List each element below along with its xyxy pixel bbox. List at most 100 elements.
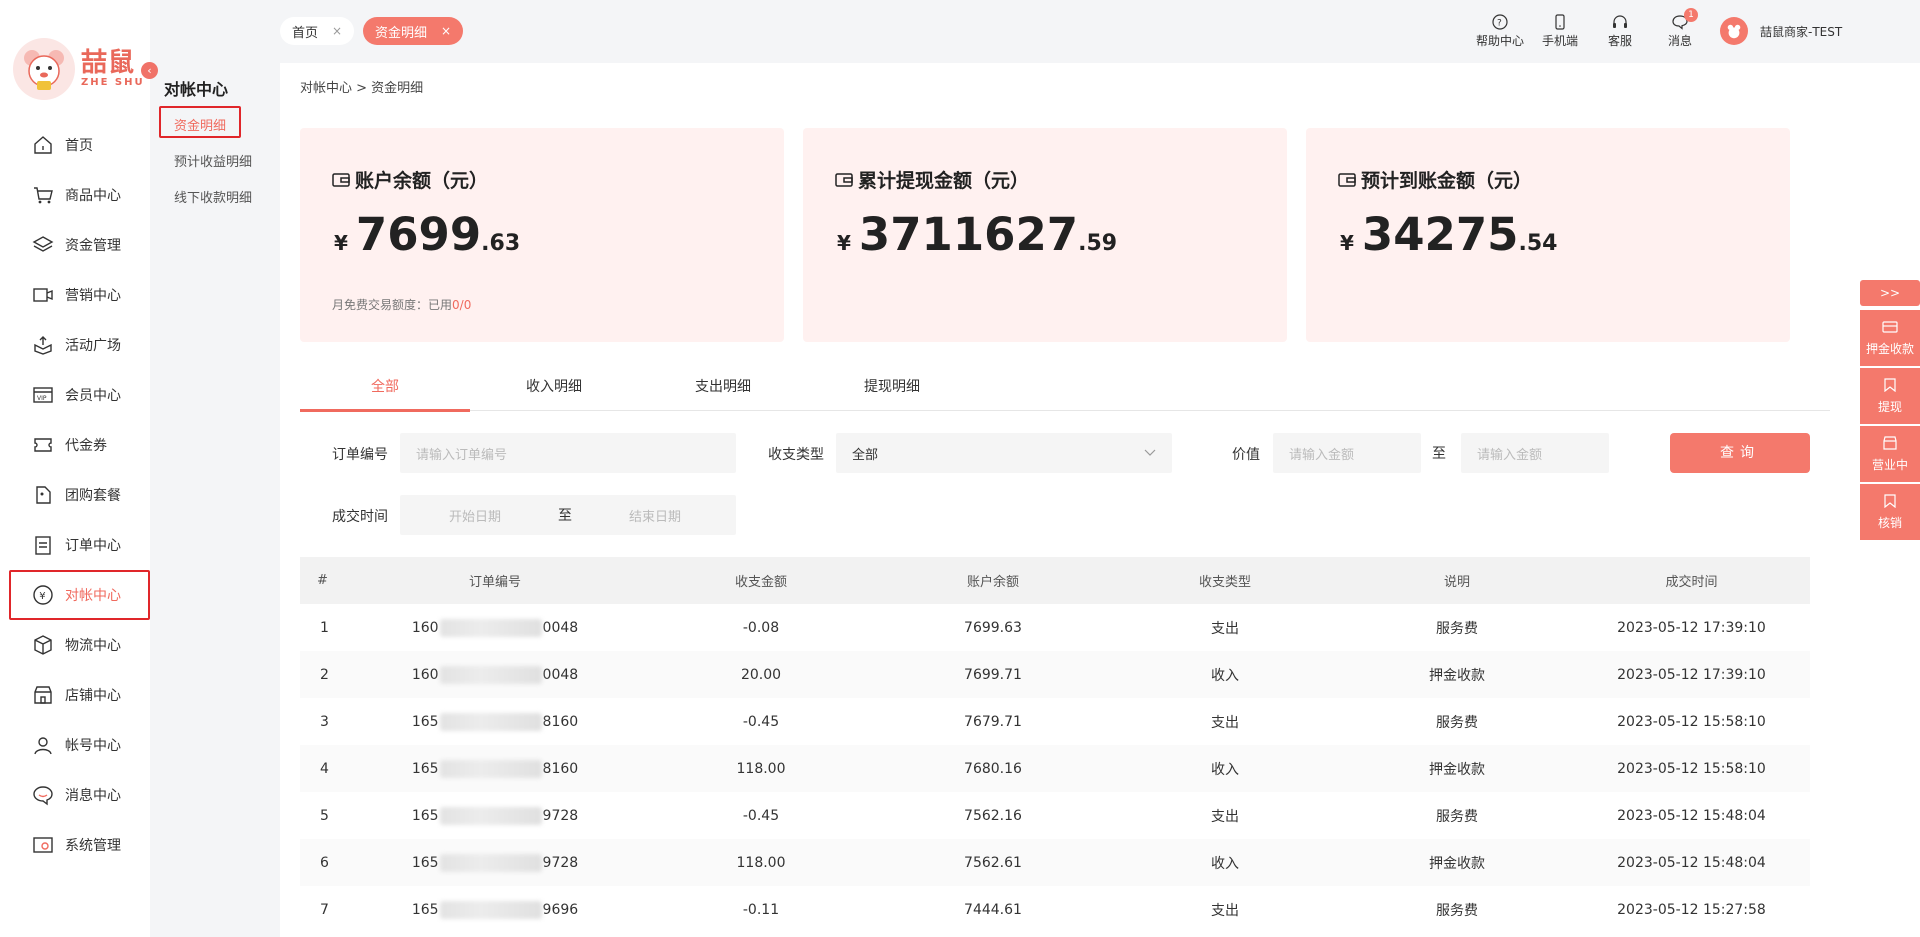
sidebar-item-label: 营销中心: [65, 288, 121, 304]
sidebar-item-label: 店铺中心: [65, 688, 121, 704]
type-cell: 收入: [1211, 761, 1239, 778]
tab-label: 首页: [292, 25, 319, 41]
deposit-collect-button[interactable]: 押金收款: [1860, 310, 1920, 368]
brand-logo[interactable]: 喆鼠 ZHE SHU: [13, 38, 145, 100]
user-icon: [32, 734, 54, 756]
tab-fund-details[interactable]: 资金明细 ×: [363, 17, 464, 45]
sidebar-item-system[interactable]: 系统管理: [0, 820, 150, 870]
amount-cell: 118.00: [736, 854, 786, 871]
sidebar-item-group-buy[interactable]: 团购套餐: [0, 470, 150, 520]
description-cell: 押金收款: [1429, 855, 1485, 872]
headset-icon: [1613, 15, 1627, 28]
wallet-icon: [835, 172, 853, 187]
value-min-input[interactable]: 请输入金额: [1273, 433, 1421, 473]
start-date-input[interactable]: 开始日期: [400, 506, 550, 525]
time-cell: 2023-05-12 15:48:04: [1617, 854, 1766, 871]
close-icon[interactable]: ×: [332, 24, 342, 38]
description-cell: 服务费: [1436, 714, 1478, 731]
sidebar-item-coupons[interactable]: 代金券: [0, 420, 150, 470]
cart-icon: [32, 184, 54, 206]
end-date-input[interactable]: 结束日期: [580, 506, 730, 525]
tab-withdrawal[interactable]: 提现明细: [807, 363, 977, 411]
sidebar-item-accounts[interactable]: 帐号中心: [0, 720, 150, 770]
value-label: 价值: [1232, 447, 1260, 463]
order-no-cell: 165 9696: [411, 900, 579, 919]
withdrawn-amount: ¥3711627.59: [837, 208, 1118, 261]
date-range-picker[interactable]: 开始日期 至 结束日期: [400, 495, 736, 535]
query-button[interactable]: 查询: [1670, 433, 1810, 473]
sidebar-item-orders[interactable]: 订单中心: [0, 520, 150, 570]
sidebar-item-home[interactable]: 首页: [0, 120, 150, 170]
submenu-item-fund-details[interactable]: 资金明细: [174, 115, 226, 134]
tab-expense[interactable]: 支出明细: [638, 363, 808, 411]
redacted-digits: [439, 806, 542, 825]
sidebar-item-messages[interactable]: 消息中心: [0, 770, 150, 820]
activity-icon: [32, 334, 54, 356]
tab-income[interactable]: 收入明细: [469, 363, 639, 411]
row-index: 6: [320, 854, 329, 871]
table-row[interactable]: 6 165 9728 118.00 7562.61 收入 押金收款 2023-05…: [300, 839, 1810, 886]
withdraw-button[interactable]: 提现: [1860, 368, 1920, 426]
verify-button[interactable]: 核销: [1860, 484, 1920, 542]
time-cell: 2023-05-12 15:58:10: [1617, 760, 1766, 777]
time-cell: 2023-05-12 15:48:04: [1617, 807, 1766, 824]
close-icon[interactable]: ×: [441, 24, 451, 38]
value-max-input[interactable]: 请输入金额: [1461, 433, 1609, 473]
sidebar-item-activities[interactable]: 活动广场: [0, 320, 150, 370]
sidebar-item-funds[interactable]: 资金管理: [0, 220, 150, 270]
order-no-input[interactable]: 请输入订单编号: [400, 433, 736, 473]
tool-label: 手机端: [1541, 34, 1578, 48]
mobile-button[interactable]: 手机端: [1530, 12, 1590, 49]
amount-cell: 20.00: [740, 666, 782, 683]
marketing-icon: [32, 284, 54, 306]
sidebar-item-members[interactable]: VIP 会员中心: [0, 370, 150, 420]
table-header: # 订单编号 收支金额 账户余额 收支类型 说明 成交时间: [300, 557, 1810, 604]
sidebar-item-stores[interactable]: 店铺中心: [0, 670, 150, 720]
table-row[interactable]: 4 165 8160 118.00 7680.16 收入 押金收款 2023-05…: [300, 745, 1810, 792]
type-cell: 支出: [1211, 714, 1239, 731]
type-cell: 收入: [1211, 855, 1239, 872]
panel-item-label: 营业中: [1871, 458, 1908, 472]
type-label: 收支类型: [768, 447, 824, 463]
sidebar-item-products[interactable]: 商品中心: [0, 170, 150, 220]
chevron-left-icon[interactable]: ‹: [141, 62, 158, 79]
table-row[interactable]: 3 165 8160 -0.45 7679.71 支出 服务费 2023-05-1…: [300, 698, 1810, 745]
open-status-button[interactable]: 营业中: [1860, 426, 1920, 484]
expand-panel-button[interactable]: >>: [1860, 280, 1920, 306]
expected-card: 预计到账金额（元） ¥34275.54: [1306, 128, 1790, 342]
table-row[interactable]: 7 165 9696 -0.11 7444.61 支出 服务费 2023-05-1…: [300, 886, 1810, 933]
column-header: 收支金额: [734, 575, 787, 590]
description-cell: 服务费: [1436, 902, 1478, 919]
amount-cell: -0.45: [742, 807, 780, 824]
description-cell: 押金收款: [1429, 667, 1485, 684]
submenu: 对帐中心 资金明细 预计收益明细 线下收款明细: [150, 0, 280, 937]
tab-label: 资金明细: [375, 25, 428, 41]
tab-home[interactable]: 首页 ×: [280, 17, 355, 45]
submenu-item-expected-income[interactable]: 预计收益明细: [174, 151, 252, 170]
table-row[interactable]: 2 160 0048 20.00 7699.71 收入 押金收款 2023-05-…: [300, 651, 1810, 698]
messages-button[interactable]: 1 消息: [1650, 8, 1710, 49]
settings-icon: [32, 834, 54, 856]
column-header: 收支类型: [1198, 575, 1251, 590]
value-separator: 至: [1432, 446, 1446, 462]
type-select[interactable]: 全部: [836, 433, 1172, 473]
time-label: 成交时间: [332, 509, 388, 525]
sidebar-item-label: 首页: [65, 138, 93, 154]
tab-all[interactable]: 全部: [300, 363, 470, 412]
table-row[interactable]: 1 160 0048 -0.08 7699.63 支出 服务费 2023-05-1…: [300, 604, 1810, 651]
wallet-icon: [1338, 172, 1356, 187]
sidebar-item-logistics[interactable]: 物流中心: [0, 620, 150, 670]
time-cell: 2023-05-12 17:39:10: [1617, 666, 1766, 683]
customer-service-button[interactable]: 客服: [1590, 12, 1650, 49]
sidebar-item-reconciliation[interactable]: ¥ 对帐中心: [0, 570, 150, 620]
sidebar-item-label: 活动广场: [65, 338, 121, 354]
order-no-cell: 165 9728: [411, 853, 579, 872]
time-cell: 2023-05-12 17:39:10: [1617, 619, 1766, 636]
user-menu[interactable]: 喆鼠商家-TEST: [1720, 17, 1842, 45]
help-center-button[interactable]: ? 帮助中心: [1470, 12, 1530, 49]
submenu-item-offline-payments[interactable]: 线下收款明细: [174, 187, 252, 206]
balance-amount: ¥7699.63: [334, 208, 521, 261]
sidebar-item-marketing[interactable]: 营销中心: [0, 270, 150, 320]
row-index: 5: [320, 807, 329, 824]
table-row[interactable]: 5 165 9728 -0.45 7562.16 支出 服务费 2023-05-1…: [300, 792, 1810, 839]
